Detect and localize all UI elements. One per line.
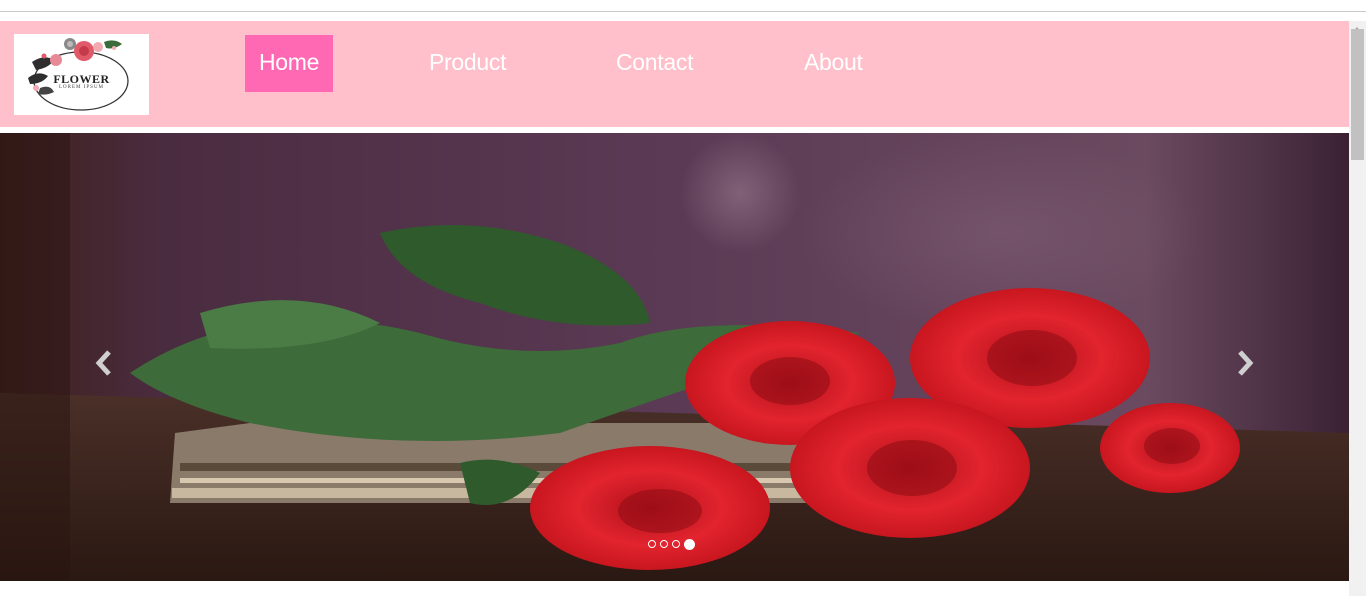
carousel-indicator-2[interactable]	[660, 540, 668, 548]
red-roses-photo	[0, 133, 1349, 581]
chevron-right-icon	[1238, 350, 1254, 376]
carousel-indicator-3[interactable]	[672, 540, 680, 548]
carousel-indicator-4[interactable]	[684, 538, 695, 550]
page-scrollbar[interactable]	[1349, 21, 1366, 596]
navbar: FLOWER LOREM IPSUM Home Product Contact …	[0, 21, 1349, 127]
carousel-prev-button[interactable]	[84, 338, 124, 388]
logo-subtitle: LOREM IPSUM	[58, 85, 105, 90]
nav-about[interactable]: About	[804, 35, 863, 92]
nav-home[interactable]: Home	[245, 35, 334, 92]
hero-carousel	[0, 133, 1349, 581]
nav-product[interactable]: Product	[429, 35, 506, 92]
carousel-next-button[interactable]	[1225, 338, 1265, 388]
top-divider	[0, 11, 1366, 12]
nav-contact[interactable]: Contact	[616, 35, 693, 92]
carousel-indicator-1[interactable]	[648, 540, 656, 548]
carousel-indicators	[648, 538, 695, 550]
chevron-left-icon	[95, 350, 111, 376]
logo[interactable]: FLOWER LOREM IPSUM	[14, 34, 149, 115]
scrollbar-thumb[interactable]	[1351, 29, 1364, 160]
